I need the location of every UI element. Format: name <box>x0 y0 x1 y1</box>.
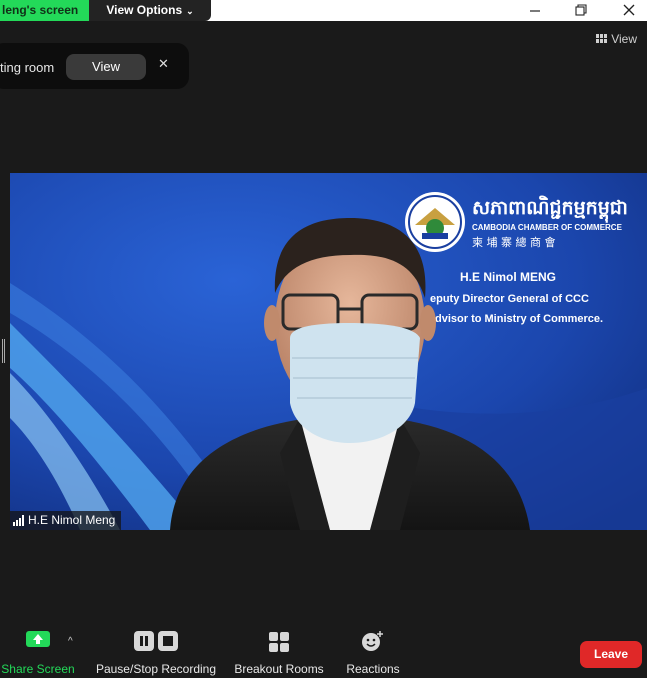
org-chinese-text: 柬 埔 寨 總 商 會 <box>472 235 555 249</box>
view-label: View <box>611 32 637 46</box>
participant-name-caption: H.E Nimol MENG <box>460 270 556 284</box>
participant-name-tag: H.E Nimol Meng <box>10 511 122 530</box>
share-screen-icon <box>26 631 50 647</box>
breakout-rooms-label: Breakout Rooms <box>234 662 324 676</box>
breakout-rooms-icon <box>269 632 289 652</box>
leave-button[interactable]: Leave <box>580 641 642 668</box>
view-options-label: View Options <box>106 3 183 17</box>
share-options-caret-icon[interactable]: ^ <box>68 636 73 647</box>
org-english-text: CAMBODIA CHAMBER OF COMMERCE <box>472 223 623 232</box>
minimize-button[interactable] <box>515 0 555 21</box>
signal-strength-icon <box>13 515 24 526</box>
grid-icon <box>596 34 608 43</box>
view-options-button[interactable]: View Options ⌄ <box>89 0 211 21</box>
pause-stop-recording-button[interactable]: Pause/Stop Recording <box>92 626 220 678</box>
close-window-button[interactable] <box>609 0 647 21</box>
reactions-icon <box>362 631 383 651</box>
restore-button[interactable] <box>561 0 601 21</box>
close-icon[interactable]: ✕ <box>158 56 169 72</box>
chamber-logo-icon <box>405 192 465 252</box>
participant-name-label: H.E Nimol Meng <box>28 513 116 527</box>
notification-text: ting room <box>0 60 55 75</box>
pause-stop-recording-label: Pause/Stop Recording <box>95 662 217 676</box>
waiting-room-notification: ting room View ✕ <box>0 43 189 89</box>
title-line-1: eputy Director General of CCC <box>430 293 589 305</box>
reactions-button[interactable]: Reactions <box>340 626 406 678</box>
video-frame: សភាពាណិជ្ជកម្មកម្ពុជា CAMBODIA CHAMBER O… <box>10 173 647 530</box>
close-icon <box>623 4 635 16</box>
participant-video: សភាពាណិជ្ជកម្មកម្ពុជា CAMBODIA CHAMBER O… <box>10 173 647 530</box>
restore-icon <box>575 4 587 16</box>
share-screen-button[interactable]: Share Screen <box>0 626 76 678</box>
pause-stop-icon <box>134 631 178 651</box>
notification-view-button[interactable]: View <box>66 54 146 80</box>
breakout-rooms-button[interactable]: Breakout Rooms <box>230 626 328 678</box>
title-line-2: dvisor to Ministry of Commerce. <box>435 313 603 325</box>
reactions-label: Reactions <box>346 662 400 676</box>
gallery-view-button[interactable]: View <box>596 32 637 46</box>
meeting-toolbar: Share Screen Pause/Stop Recording Breako… <box>0 626 647 678</box>
chevron-down-icon: ⌄ <box>186 6 194 16</box>
share-screen-label: Share Screen <box>1 662 75 676</box>
minimize-icon <box>530 10 540 12</box>
org-khmer-text: សភាពាណិជ្ជកម្មកម្ពុជា <box>472 195 628 223</box>
sharing-screen-tag: leng's screen <box>0 0 89 21</box>
panel-resize-handle[interactable] <box>2 339 6 363</box>
